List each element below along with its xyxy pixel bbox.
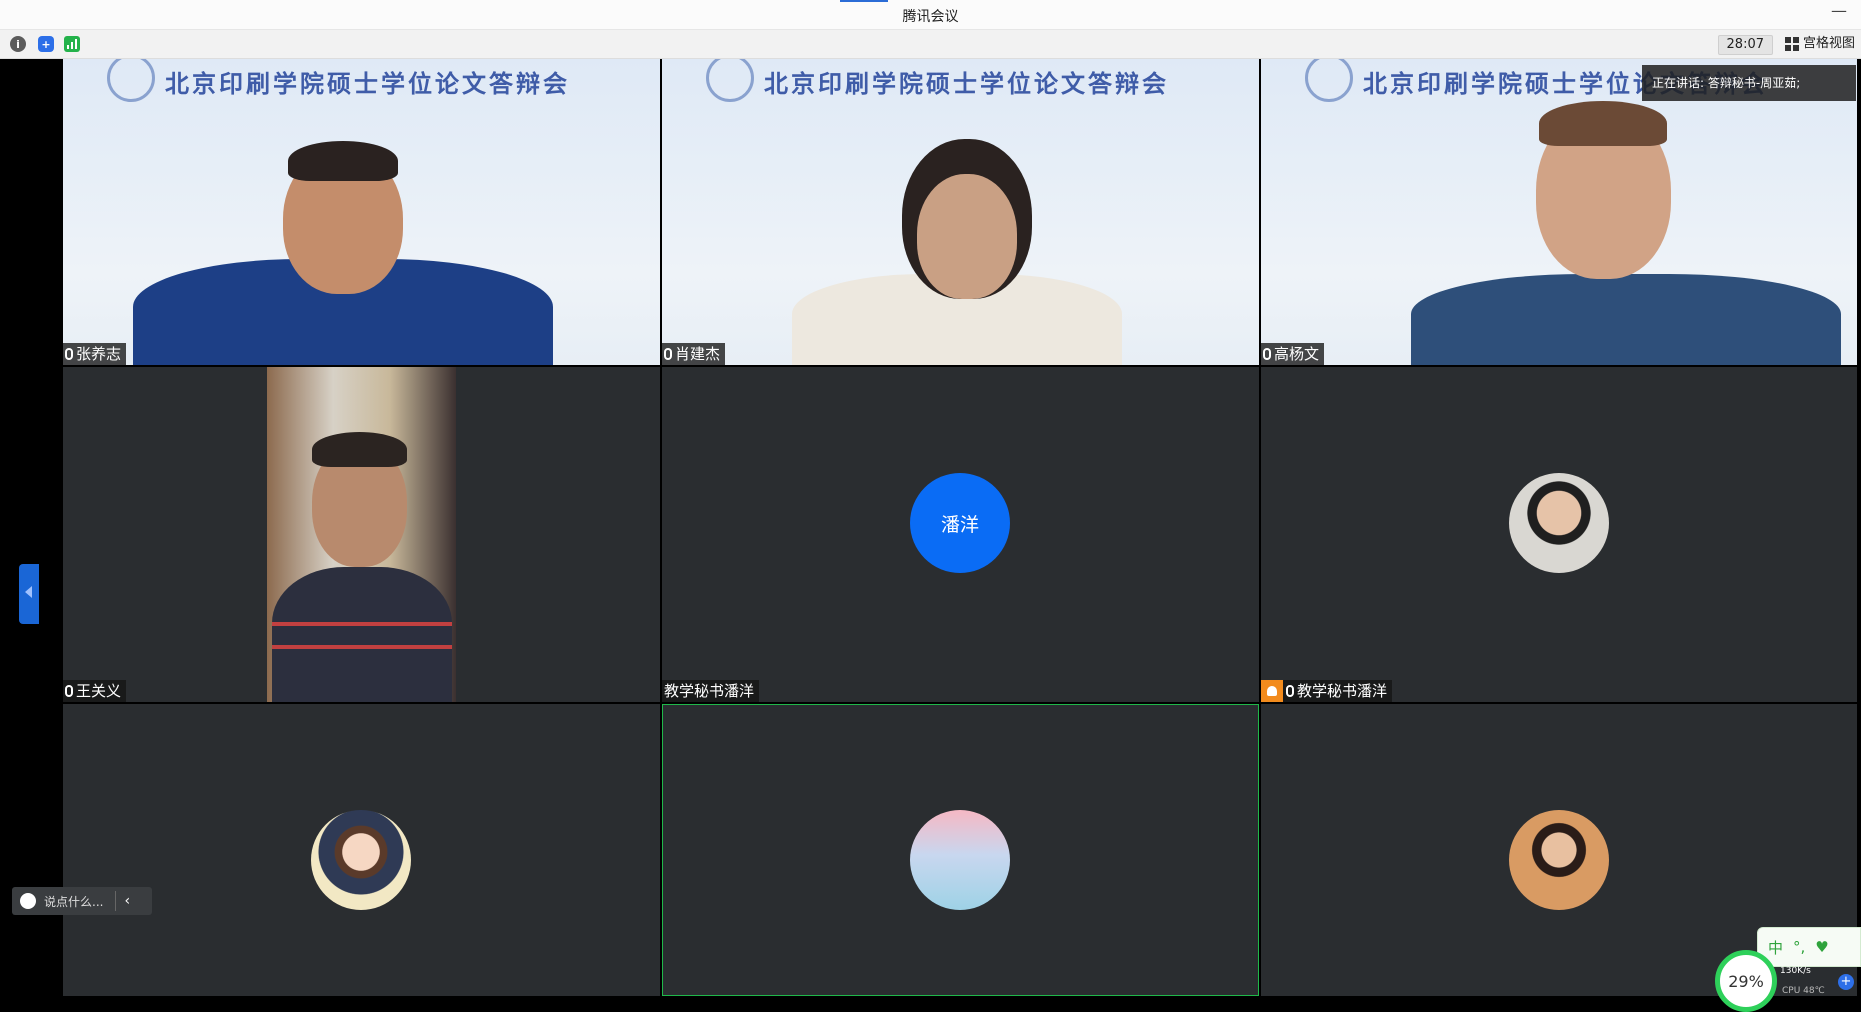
banner-title: 北京印刷学院硕士学位论文答辩会: [764, 68, 1169, 98]
window-title: 腾讯会议: [902, 9, 959, 25]
network-signal-icon[interactable]: [64, 36, 80, 52]
microphone-icon: [65, 685, 73, 697]
video-tile[interactable]: 北京印刷学院硕士学位论文答辩会 张养志: [63, 59, 660, 365]
avatar: [1509, 473, 1609, 573]
participant-name-label: 教学秘书潘洋: [1261, 680, 1393, 702]
cpu-usage-widget[interactable]: 29%: [1715, 950, 1777, 1012]
grid-view-label: 宫格视图: [1802, 36, 1855, 51]
banner-title: 北京印刷学院硕士学位论文答辩会: [165, 68, 570, 98]
microphone-icon: [1286, 685, 1294, 697]
microphone-icon: [1263, 348, 1271, 360]
participant-name: 高杨文: [1274, 345, 1320, 363]
video-tile[interactable]: 潘洋 教学秘书潘洋: [662, 367, 1259, 702]
expand-panel-handle[interactable]: [19, 564, 39, 624]
chat-input[interactable]: 说点什么... ‹: [12, 887, 152, 915]
avatar: 潘洋: [910, 473, 1010, 573]
participant-name-label: 高杨文: [1261, 343, 1325, 365]
grid-view-icon: [1784, 37, 1799, 51]
participant-name: 教学秘书潘洋: [664, 682, 755, 700]
skin-shirt-icon[interactable]: ♥: [1815, 938, 1828, 956]
university-seal-icon: [107, 59, 155, 102]
chat-placeholder: 说点什么...: [44, 894, 104, 909]
avatar: [311, 810, 411, 910]
university-seal-icon: [706, 59, 754, 102]
microphone-icon: [65, 348, 73, 360]
divider: [115, 891, 117, 911]
participant-name: 教学秘书潘洋: [1297, 682, 1388, 700]
info-icon[interactable]: i: [10, 36, 26, 52]
chevron-left-icon: [25, 586, 32, 598]
meeting-timer: 28:07: [1717, 35, 1773, 55]
host-badge-icon: [1261, 680, 1283, 702]
video-tile-active[interactable]: [662, 704, 1259, 996]
grid-view-button[interactable]: 宫格视图: [1784, 35, 1855, 53]
ime-language[interactable]: 中: [1768, 937, 1783, 958]
video-tile[interactable]: 北京印刷学院硕士学位论文答辩会 肖建杰: [662, 59, 1259, 365]
microphone-icon: [664, 348, 672, 360]
left-rail: [0, 59, 63, 996]
meeting-banner: 北京印刷学院硕士学位论文答辩会: [662, 59, 1259, 103]
participant-name-label: 教学秘书潘洋: [662, 680, 760, 702]
title-accent: [840, 0, 888, 2]
participant-name: 张养志: [76, 345, 122, 363]
video-tile[interactable]: 教学秘书潘洋: [1261, 367, 1857, 702]
cpu-temperature: CPU 48℃: [1782, 986, 1825, 996]
punctuation-icon[interactable]: °,: [1793, 938, 1805, 956]
participant-video: [267, 367, 456, 702]
plus-icon[interactable]: +: [1838, 974, 1854, 990]
network-speed: 130K/s: [1780, 966, 1811, 976]
video-grid: 北京印刷学院硕士学位论文答辩会 张养志 北京印刷学院硕士学位论文答辩会 肖建杰: [63, 59, 1857, 996]
avatar: [910, 810, 1010, 910]
video-tile[interactable]: 北京印刷学院硕士学位论文答辩会 高杨文: [1261, 59, 1857, 365]
avatar: [1509, 810, 1609, 910]
video-tile[interactable]: [63, 704, 660, 996]
meeting-toolbar: i + 28:07 宫格视图: [0, 30, 1861, 59]
university-seal-icon: [1305, 59, 1353, 102]
participant-name-label: 张养志: [63, 343, 127, 365]
minimize-button[interactable]: —: [1831, 3, 1847, 19]
title-bar: 腾讯会议 —: [0, 0, 1861, 30]
participant-name-label: 肖建杰: [662, 343, 726, 365]
security-shield-icon[interactable]: +: [38, 36, 54, 52]
video-tile[interactable]: 王关义: [63, 367, 660, 702]
participant-name-label: 王关义: [63, 680, 127, 702]
participant-name: 肖建杰: [675, 345, 721, 363]
ime-toolbar[interactable]: 中 °, ♥: [1757, 927, 1861, 967]
chevron-left-icon[interactable]: ‹: [124, 893, 130, 909]
emoji-icon[interactable]: [20, 893, 36, 909]
participant-name: 王关义: [76, 682, 122, 700]
meeting-banner: 北京印刷学院硕士学位论文答辩会: [63, 59, 660, 103]
speaking-indicator: 正在讲话: 答辩秘书-周亚茹;: [1642, 65, 1856, 101]
